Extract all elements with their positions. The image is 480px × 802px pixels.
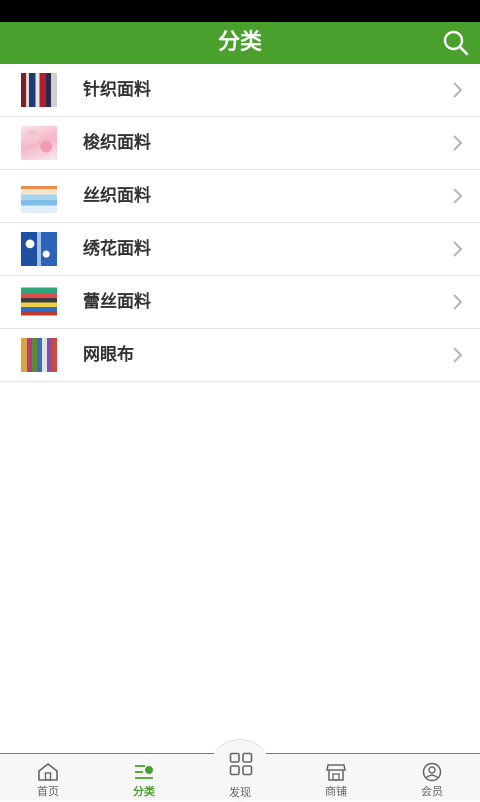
category-list: 针织面料 梭织面料 丝织面料 绣花面料 蕾丝面料 网眼布 [0, 64, 480, 382]
blue-embroidery-thumbnail [21, 232, 57, 266]
category-row-embroidery[interactable]: 绣花面料 [0, 223, 480, 276]
chevron-right-icon [453, 241, 463, 257]
category-row-woven[interactable]: 梭织面料 [0, 117, 480, 170]
category-row-knit[interactable]: 针织面料 [0, 64, 480, 117]
search-button[interactable] [440, 27, 472, 59]
tab-label: 分类 [133, 785, 155, 798]
category-row-silk[interactable]: 丝织面料 [0, 170, 480, 223]
chevron-right-icon [453, 347, 463, 363]
chevron-right-icon [453, 82, 463, 98]
mesh-cloth-thumbnail [21, 338, 57, 372]
category-icon [135, 765, 153, 779]
tab-label: 会员 [421, 785, 443, 798]
store-icon [326, 764, 346, 781]
category-label: 蕾丝面料 [83, 292, 151, 312]
chevron-right-icon [453, 188, 463, 204]
category-label: 网眼布 [83, 345, 134, 365]
category-row-mesh[interactable]: 网眼布 [0, 329, 480, 382]
folded-silk-thumbnail [21, 179, 57, 213]
chevron-right-icon [453, 294, 463, 310]
category-label: 绣花面料 [83, 239, 151, 259]
fabric-rolls-thumbnail [21, 73, 57, 107]
search-icon [443, 30, 469, 56]
tab-category[interactable]: 分类 [96, 754, 192, 801]
category-label: 梭织面料 [83, 133, 151, 153]
tab-discover[interactable]: 发现 [209, 739, 271, 802]
grid-icon [229, 752, 253, 776]
chevron-right-icon [453, 135, 463, 151]
tab-label: 发现 [229, 786, 251, 799]
tab-label: 商铺 [325, 785, 347, 798]
tab-store[interactable]: 商铺 [288, 754, 384, 801]
tab-home[interactable]: 首页 [0, 754, 96, 801]
lace-stack-thumbnail [21, 285, 57, 319]
category-label: 针织面料 [83, 80, 151, 100]
user-icon [422, 762, 442, 782]
header-bar: 分类 [0, 22, 480, 64]
status-bar [0, 0, 480, 22]
home-icon [38, 762, 58, 781]
tab-label: 首页 [37, 785, 59, 798]
pink-fabric-thumbnail [21, 126, 57, 160]
tab-member[interactable]: 会员 [384, 754, 480, 801]
category-label: 丝织面料 [83, 186, 151, 206]
category-row-lace[interactable]: 蕾丝面料 [0, 276, 480, 329]
page-title: 分类 [217, 30, 262, 55]
